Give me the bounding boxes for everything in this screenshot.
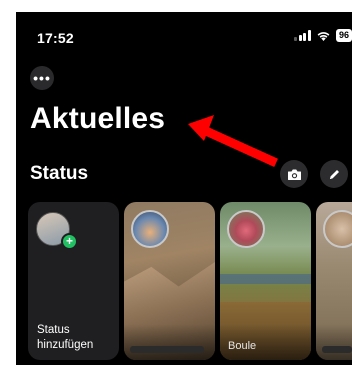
red-arrow-icon bbox=[188, 115, 278, 167]
phone-screen: 17:52 96 ••• Aktuelles Status + Status h bbox=[16, 12, 352, 365]
